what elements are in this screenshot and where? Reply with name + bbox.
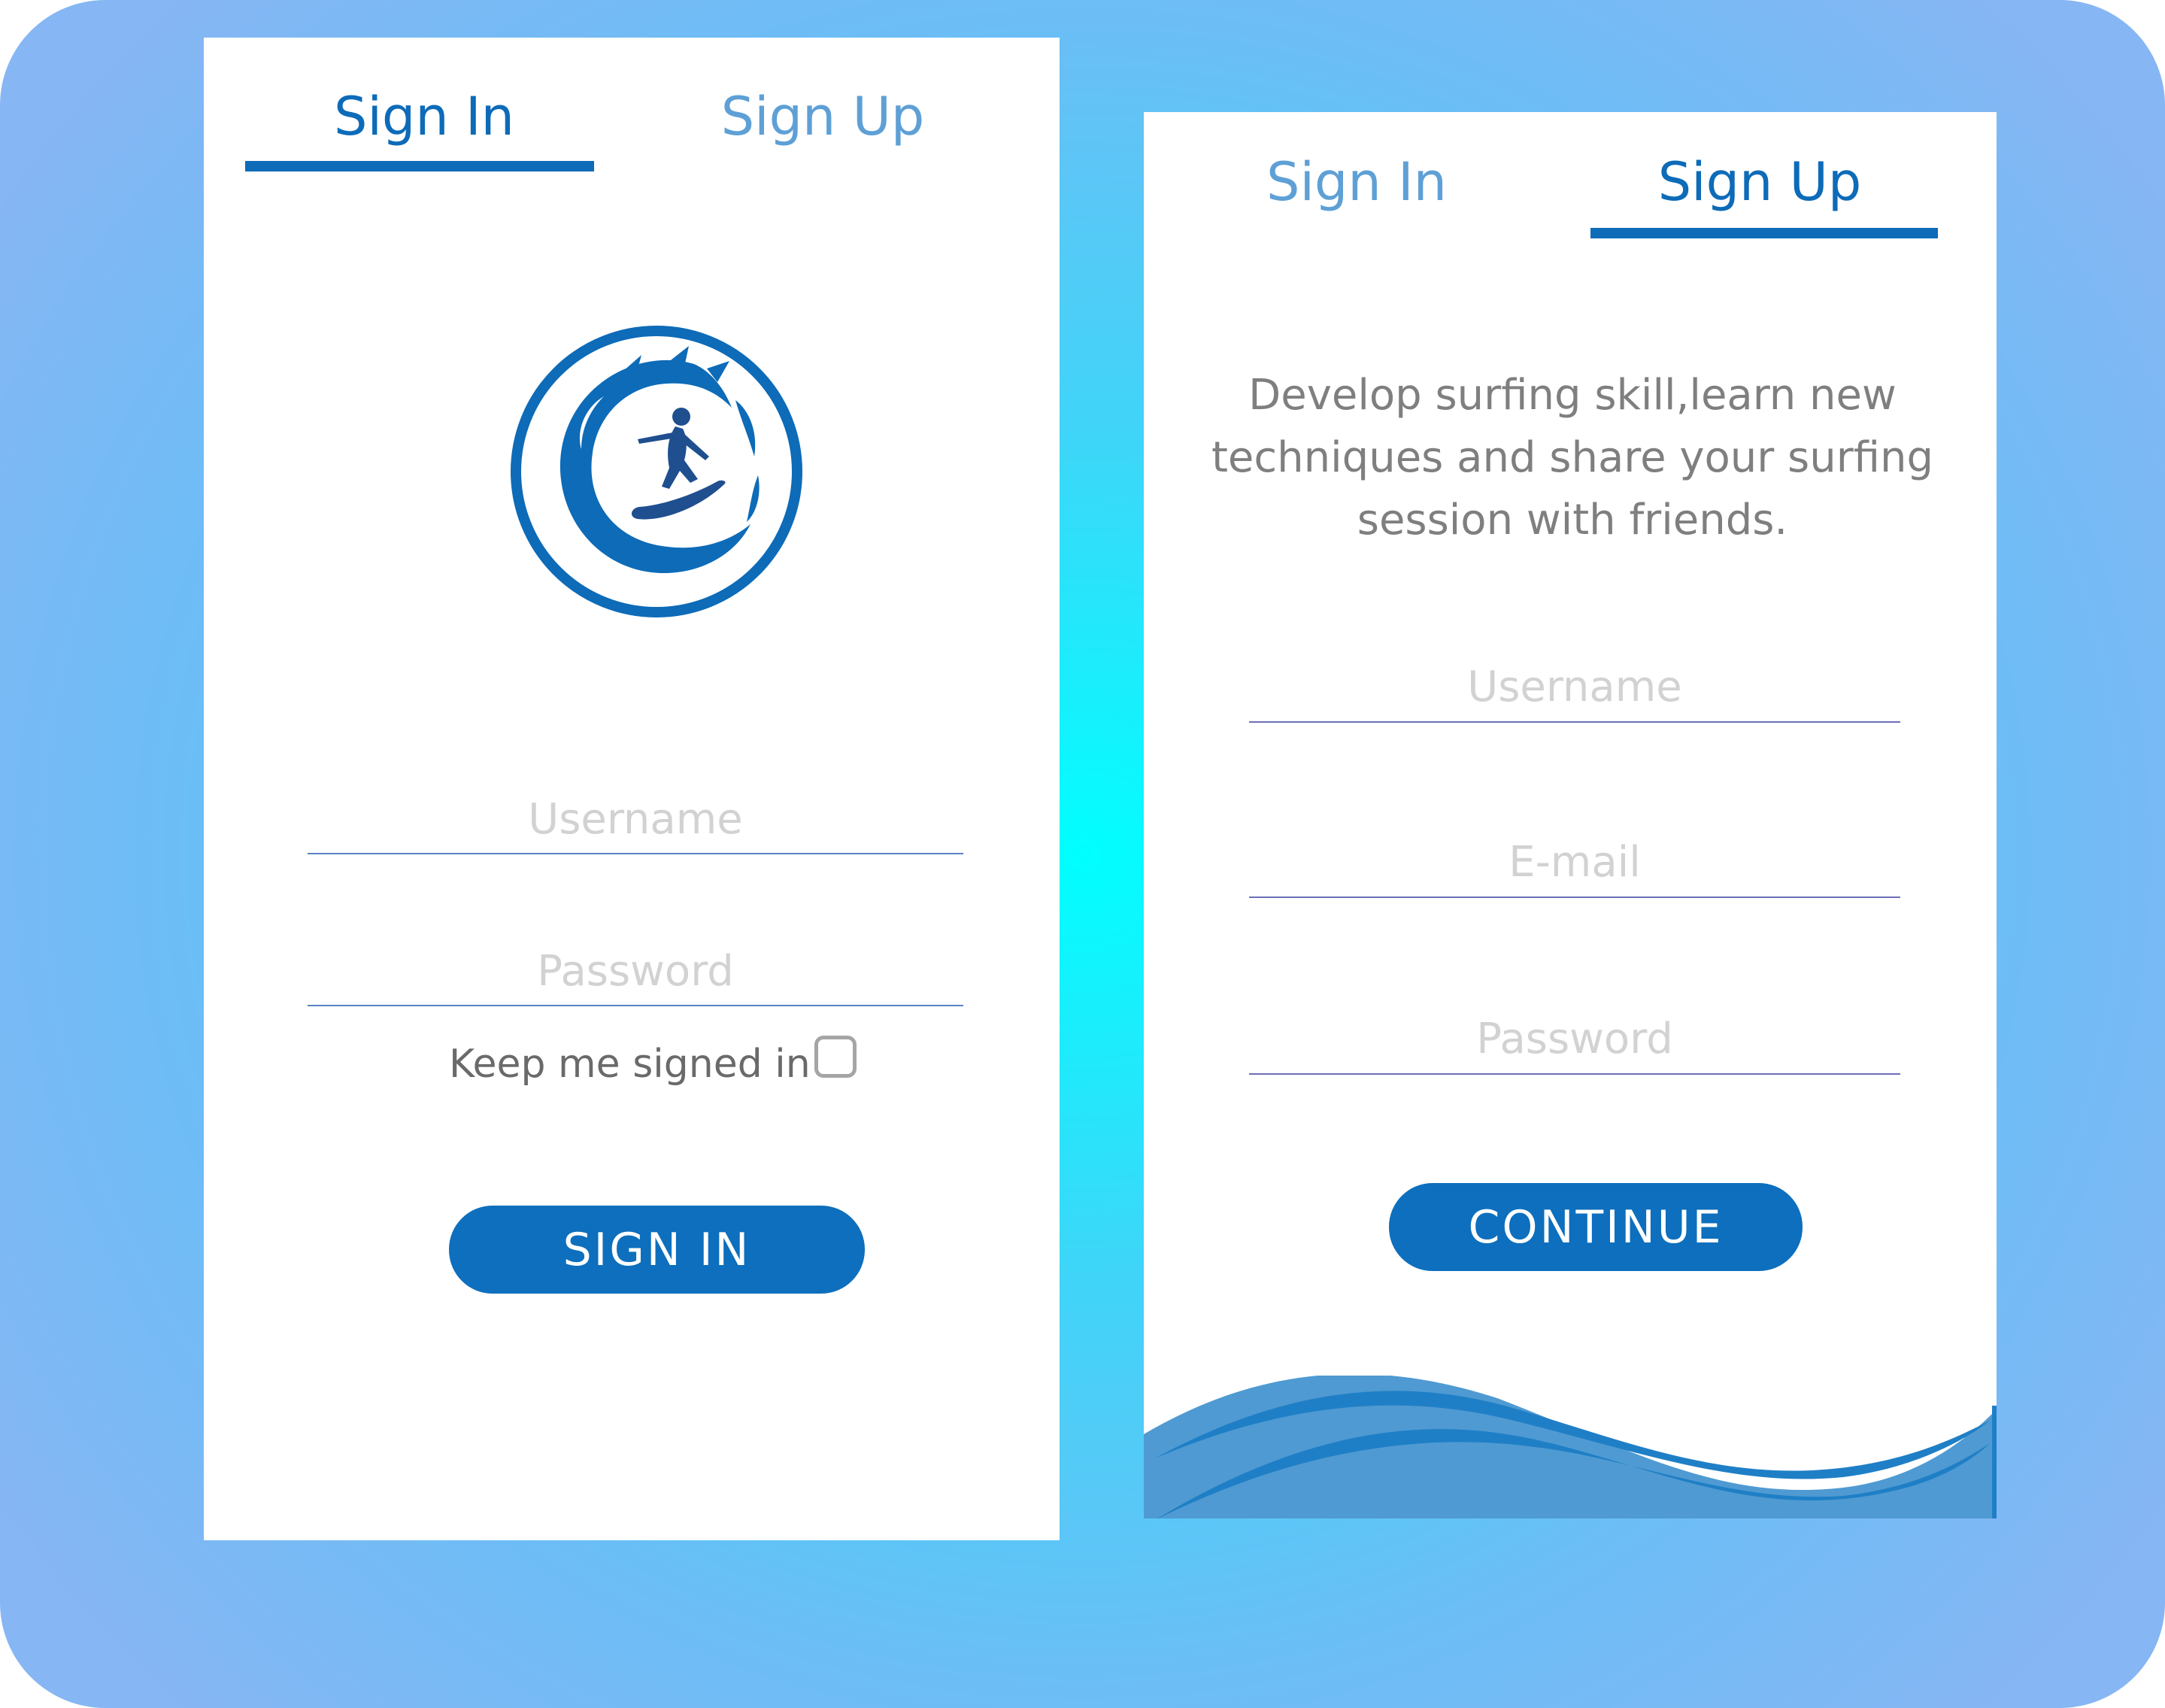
- sign-up-screen: Sign In Sign Up Develop surfing skill,le…: [1144, 112, 1997, 1518]
- tab-sign-in[interactable]: Sign In: [334, 90, 514, 143]
- username-field[interactable]: [1249, 657, 1900, 723]
- email-field[interactable]: [1249, 833, 1900, 898]
- password-field[interactable]: [308, 942, 963, 1006]
- sign-in-button[interactable]: SIGN IN: [449, 1206, 865, 1294]
- tab-sign-up[interactable]: Sign Up: [721, 90, 925, 143]
- surfer-wave-logo-icon: [511, 326, 802, 617]
- password-field[interactable]: [1249, 1009, 1900, 1075]
- sign-in-screen: Sign In Sign Up Keep me signed in S: [204, 38, 1060, 1540]
- mockup-background: Sign In Sign Up Keep me signed in S: [0, 0, 2165, 1708]
- active-tab-indicator: [1590, 228, 1938, 238]
- username-field[interactable]: [308, 790, 963, 854]
- tab-sign-up[interactable]: Sign Up: [1658, 156, 1862, 208]
- tab-sign-in[interactable]: Sign In: [1266, 156, 1447, 208]
- ocean-waves-icon: [1144, 1376, 1997, 1518]
- continue-button[interactable]: CONTINUE: [1389, 1183, 1803, 1271]
- active-tab-indicator: [245, 161, 594, 171]
- keep-signed-in-label: Keep me signed in: [449, 1042, 811, 1087]
- intro-text: Develop surfing skill,learn new techniqu…: [1211, 371, 1934, 545]
- keep-signed-in-checkbox[interactable]: [814, 1036, 857, 1078]
